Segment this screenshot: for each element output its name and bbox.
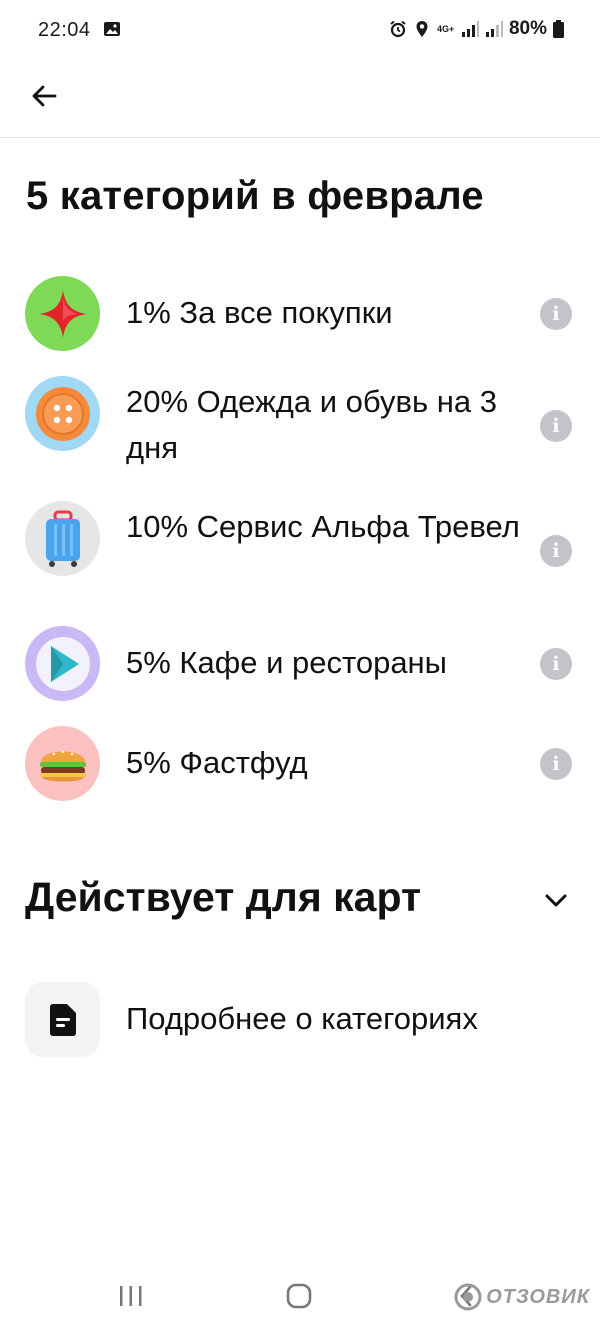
signal-icon-sim1 <box>461 21 479 37</box>
info-icon[interactable]: i <box>540 298 572 330</box>
category-icon-badge <box>25 376 100 451</box>
category-item-all-purchases[interactable]: 1% За все покупки i <box>0 276 600 351</box>
more-about-categories-link[interactable]: Подробнее о категориях <box>0 982 600 1057</box>
recent-apps-button[interactable] <box>111 1276 151 1316</box>
burger-icon <box>39 750 86 781</box>
play-icon <box>35 636 90 691</box>
home-button[interactable] <box>279 1276 319 1316</box>
back-button[interactable] <box>24 76 64 116</box>
cards-section-title: Действует для карт <box>25 874 422 920</box>
category-label: 1% За все покупки <box>126 295 393 330</box>
category-label: 5% Кафе и рестораны <box>126 645 447 680</box>
app-bar <box>0 64 600 138</box>
category-item-clothing[interactable]: 20% Одежда и обувь на 3 дня i <box>0 376 600 476</box>
signal-icon-sim2 <box>485 21 503 37</box>
watermark: ОТЗОВИК <box>454 1283 590 1311</box>
watermark-text: ОТЗОВИК <box>486 1285 590 1308</box>
info-icon[interactable]: i <box>540 410 572 442</box>
battery-percentage: 80% <box>508 18 547 39</box>
network-type-label: 4G+ <box>436 23 455 34</box>
otzovik-logo-icon <box>454 1283 482 1311</box>
status-indicators: 4G+ 80% <box>389 18 564 40</box>
document-icon-badge <box>25 982 100 1057</box>
category-icon-badge <box>25 626 100 701</box>
suitcase-icon <box>45 510 80 567</box>
category-icon-badge <box>25 276 100 351</box>
category-label: 20% Одежда и обувь на 3 дня <box>126 384 497 465</box>
recent-apps-icon <box>120 1286 142 1306</box>
more-about-categories-label: Подробнее о категориях <box>126 1001 478 1036</box>
location-icon <box>416 21 428 37</box>
red-star-icon <box>38 289 87 338</box>
category-label: 5% Фастфуд <box>126 745 308 780</box>
category-icon-badge <box>25 501 100 576</box>
info-icon[interactable]: i <box>540 535 572 567</box>
category-item-travel[interactable]: 10% Сервис Альфа Тревел i <box>0 501 600 601</box>
chevron-down-icon <box>545 894 567 907</box>
page-title: 5 категорий в феврале <box>26 174 484 218</box>
category-label: 10% Сервис Альфа Тревел <box>126 509 520 544</box>
category-icon-badge <box>25 726 100 801</box>
battery-icon <box>553 20 564 38</box>
arrow-left-icon <box>32 85 57 107</box>
document-icon <box>49 1003 76 1036</box>
button-icon <box>35 386 90 441</box>
home-icon <box>286 1283 312 1309</box>
gallery-notification-icon <box>104 22 120 36</box>
category-item-fastfood[interactable]: 5% Фастфуд i <box>0 726 600 801</box>
status-bar: 22:04 4G+ 80% <box>0 0 600 64</box>
info-icon[interactable]: i <box>540 648 572 680</box>
alarm-icon <box>390 20 406 38</box>
category-item-cafes[interactable]: 5% Кафе и рестораны i <box>0 626 600 701</box>
status-time: 22:04 <box>38 19 91 41</box>
info-icon[interactable]: i <box>540 748 572 780</box>
cards-section-toggle[interactable]: Действует для карт <box>0 860 600 940</box>
